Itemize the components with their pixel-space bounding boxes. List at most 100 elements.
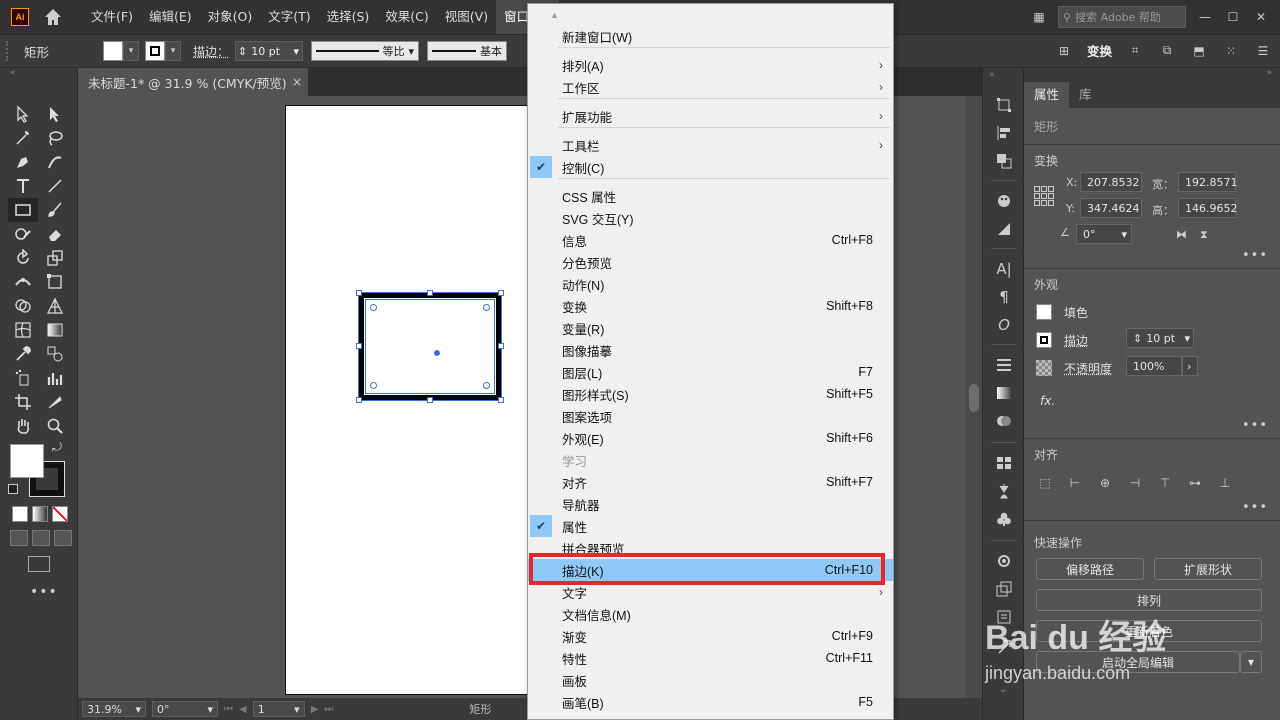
flip-horizontal-icon[interactable]: ⧓ <box>1176 228 1187 241</box>
y-input[interactable]: 347.4624 <box>1080 198 1142 218</box>
pathfinder-panel-icon[interactable] <box>995 152 1013 170</box>
minimize-icon[interactable]: — <box>1196 8 1214 26</box>
appearance-stroke-swatch[interactable] <box>1036 332 1052 348</box>
transform-link[interactable]: 变换 <box>1087 41 1112 60</box>
chevron-down-icon[interactable]: ▾ <box>409 45 415 58</box>
window-menu-item[interactable]: CSS 属性 <box>528 185 893 207</box>
grid-icon[interactable]: ⁙ <box>1222 42 1240 60</box>
window-menu-item[interactable]: 信息 Ctrl+F8 <box>528 229 893 251</box>
panel-menu-icon[interactable]: » <box>1266 68 1272 78</box>
window-menu-item[interactable]: ✔ 属性 <box>528 515 893 537</box>
lasso-tool-icon[interactable] <box>40 126 70 150</box>
transform-each-icon[interactable]: ⌗ <box>1126 42 1144 60</box>
rotation-select[interactable]: 0° ▾ <box>152 701 218 717</box>
align-to-icon[interactable]: ⬚ <box>1036 474 1054 492</box>
window-menu-item[interactable]: 图像描摹 <box>528 339 893 361</box>
bounding-handle[interactable] <box>427 290 433 296</box>
appearance-fill-swatch[interactable] <box>1036 304 1052 320</box>
eyedropper-tool-icon[interactable] <box>8 342 38 366</box>
opentype-panel-icon[interactable]: O <box>995 316 1013 334</box>
isolate-icon[interactable]: ⬒ <box>1190 42 1208 60</box>
align-hcenter-icon[interactable]: ⊕ <box>1096 474 1114 492</box>
corner-widget[interactable] <box>483 382 490 389</box>
window-menu-item[interactable]: 变量(R) <box>528 317 893 339</box>
fill-dropdown[interactable]: ▾ <box>123 41 140 61</box>
corner-widget[interactable] <box>483 304 490 311</box>
gradient-mode-icon[interactable] <box>32 506 48 522</box>
transform-more-icon[interactable]: ••• <box>1242 248 1268 263</box>
grip-icon[interactable] <box>6 41 10 61</box>
corner-widget[interactable] <box>370 382 377 389</box>
transform-panel-icon[interactable] <box>995 96 1013 114</box>
window-menu-item[interactable]: 画板 <box>528 669 893 691</box>
stroke-weight-input[interactable]: ⇕ 10 pt ▾ <box>235 41 304 61</box>
appearance-panel-icon[interactable] <box>995 552 1013 570</box>
appearance-more-icon[interactable]: ••• <box>1242 418 1268 433</box>
color-mode-icon[interactable] <box>12 506 28 522</box>
slice-tool-icon[interactable] <box>40 390 70 414</box>
color-palette-icon[interactable] <box>995 192 1013 210</box>
menu-object[interactable]: 对象(O) <box>200 0 261 34</box>
menu-effect[interactable]: 效果(C) <box>377 0 436 34</box>
home-icon[interactable] <box>43 7 63 27</box>
line-tool-icon[interactable] <box>40 174 70 198</box>
brushes-panel-icon[interactable] <box>995 482 1013 500</box>
perspective-grid-tool-icon[interactable] <box>40 294 70 318</box>
fill-stroke-swatches[interactable]: ⤾ <box>8 440 66 500</box>
stroke-label[interactable]: 描边： <box>193 43 229 60</box>
zoom-select[interactable]: 31.9% ▾ <box>82 701 146 717</box>
window-menu-item[interactable]: 对齐 Shift+F7 <box>528 471 893 493</box>
window-menu-item[interactable]: 变换 Shift+F8 <box>528 295 893 317</box>
shaper-tool-icon[interactable] <box>8 222 38 246</box>
window-menu-item[interactable]: 分色预览 <box>528 251 893 273</box>
hand-tool-icon[interactable] <box>8 414 38 438</box>
panel-menu-icon[interactable]: ☰ <box>1254 42 1272 60</box>
help-search-input[interactable]: ⚲ 搜索 Adobe 帮助 <box>1058 6 1186 28</box>
shape-options-icon[interactable]: ⧉ <box>1158 42 1176 60</box>
magic-wand-tool-icon[interactable] <box>8 126 38 150</box>
color-guide-icon[interactable] <box>995 220 1013 238</box>
scale-tool-icon[interactable] <box>40 246 70 270</box>
stepper-icon[interactable]: ⇕ <box>1133 332 1142 345</box>
draw-inside-icon[interactable] <box>54 530 72 546</box>
fx-icon[interactable]: fx. <box>1040 394 1055 408</box>
scrollbar-thumb[interactable] <box>969 384 979 412</box>
align-panel-icon[interactable] <box>995 124 1013 142</box>
window-menu-item[interactable]: 扩展功能 › <box>528 105 893 127</box>
fill-color-swatch[interactable] <box>10 444 44 478</box>
stroke-swatch[interactable] <box>145 41 166 61</box>
align-vcenter-icon[interactable]: ⊶ <box>1186 474 1204 492</box>
screen-mode-icon[interactable] <box>28 556 50 572</box>
opacity-input[interactable]: 100% <box>1126 356 1182 376</box>
scroll-up-icon[interactable]: ▲ <box>550 10 559 20</box>
gradient-panel-icon[interactable] <box>995 384 1013 402</box>
bounding-handle[interactable] <box>356 397 362 403</box>
artboard-select[interactable]: 1 ▾ <box>252 701 305 717</box>
align-bottom-icon[interactable]: ⊥ <box>1216 474 1234 492</box>
fill-swatch[interactable] <box>103 41 124 61</box>
stroke-weight-input[interactable]: ⇕ 10 pt ▾ <box>1126 328 1194 348</box>
window-menu-item[interactable]: 排列(A) › <box>528 54 893 76</box>
type-tool-icon[interactable] <box>8 174 38 198</box>
bounding-handle[interactable] <box>498 343 504 349</box>
direct-selection-tool-icon[interactable] <box>40 102 70 126</box>
window-menu-item[interactable]: 文档信息(M) <box>528 603 893 625</box>
align-top-icon[interactable]: ⊤ <box>1156 474 1174 492</box>
window-menu-item[interactable]: 渐变 Ctrl+F9 <box>528 625 893 647</box>
bounding-handle[interactable] <box>356 290 362 296</box>
stroke-label-link[interactable]: 描边 <box>1064 332 1088 349</box>
angle-select[interactable]: 0° ▾ <box>1076 224 1132 244</box>
draw-behind-icon[interactable] <box>32 530 50 546</box>
eraser-tool-icon[interactable] <box>40 222 70 246</box>
window-menu-item[interactable]: 图形样式(S) Shift+F5 <box>528 383 893 405</box>
prev-artboard-icon[interactable]: ◀ <box>239 704 247 715</box>
draw-normal-icon[interactable] <box>10 530 28 546</box>
document-tab[interactable]: 未标题-1* @ 31.9 % (CMYK/预览) × <box>78 68 308 96</box>
bounding-handle[interactable] <box>427 397 433 403</box>
zoom-tool-icon[interactable] <box>40 414 70 438</box>
width-input[interactable]: 192.8571 <box>1178 172 1238 192</box>
stepper-icon[interactable]: ⇕ <box>238 45 247 58</box>
offset-path-button[interactable]: 偏移路径 <box>1036 558 1144 580</box>
symbol-sprayer-tool-icon[interactable] <box>8 366 38 390</box>
stroke-dropdown[interactable]: ▾ <box>165 41 182 61</box>
